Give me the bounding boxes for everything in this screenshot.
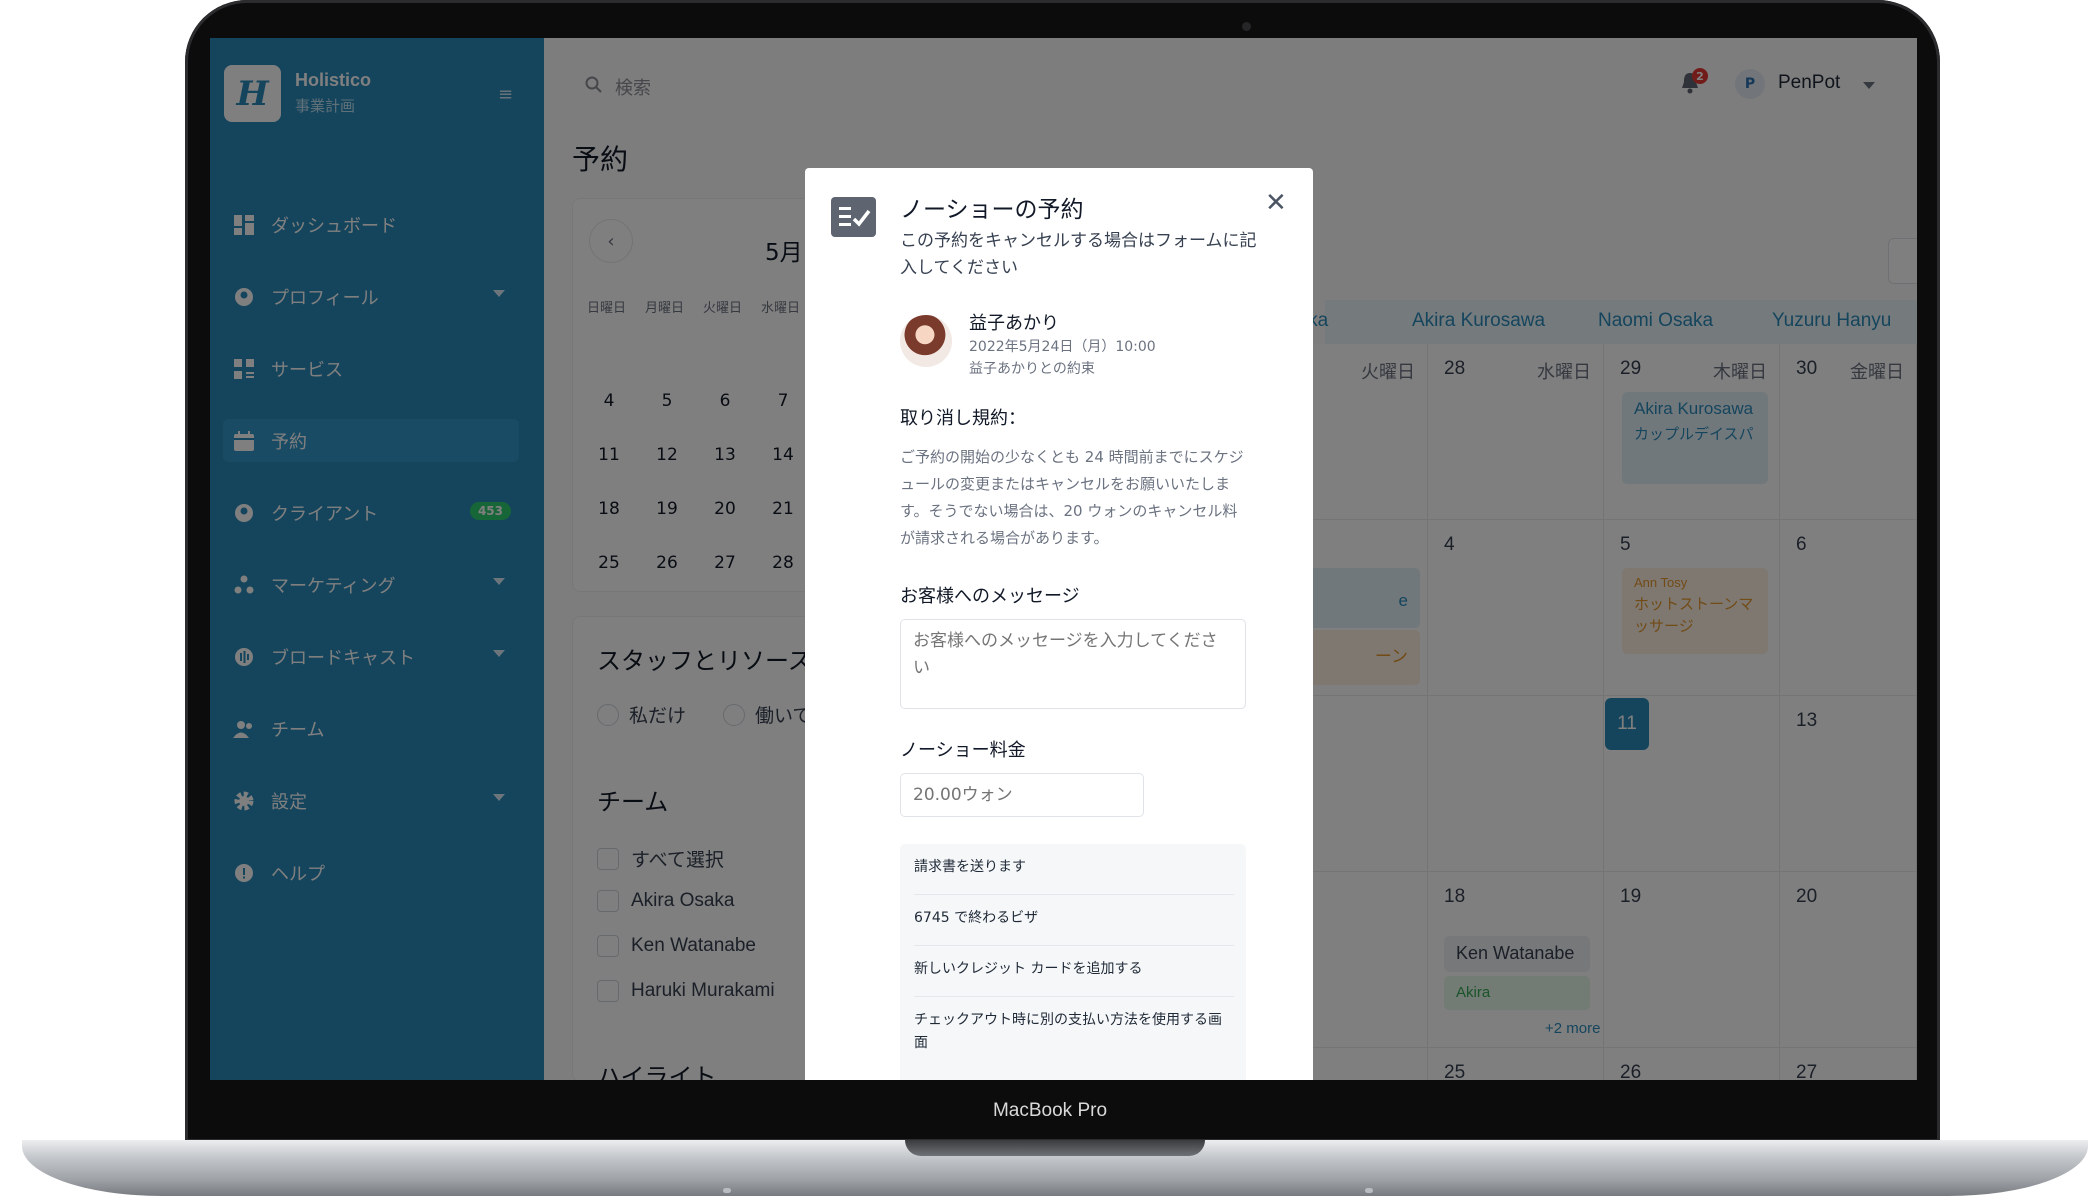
camera-icon: [1242, 22, 1251, 31]
payment-option-other-method[interactable]: チェックアウト時に別の支払い方法を使用する画面: [914, 1009, 1234, 1055]
policy-heading: 取り消し規約：: [900, 408, 1026, 429]
screen: H Holistico 事業計画 ≡ ダッシュボード プロフィール サービス 予…: [210, 38, 1917, 1080]
fee-input[interactable]: [900, 773, 1144, 817]
payment-option-add-card[interactable]: 新しいクレジット カードを追加する: [914, 958, 1234, 981]
divider: [914, 945, 1234, 946]
client-name: 益子あかり: [969, 313, 1059, 334]
appointment-note: 益子あかりとの約束: [969, 361, 1095, 377]
payment-options: 請求書を送ります 6745 で終わるビザ 新しいクレジット カードを追加する チ…: [900, 844, 1246, 1080]
checklist-icon: [831, 197, 876, 237]
fee-label: ノーショー料金: [900, 740, 1026, 761]
message-textarea[interactable]: [900, 619, 1246, 709]
divider: [914, 996, 1234, 997]
payment-option-send-invoice[interactable]: 請求書を送ります: [914, 856, 1234, 879]
policy-text: ご予約の開始の少なくとも 24 時間前までにスケジュールの変更またはキャンセルを…: [900, 448, 1244, 547]
client-avatar: [900, 315, 952, 367]
message-label: お客様へのメッセージ: [900, 586, 1080, 607]
appointment-datetime: 2022年5月24日（月）10:00: [969, 339, 1156, 355]
payment-option-visa[interactable]: 6745 で終わるビザ: [914, 907, 1234, 930]
close-icon[interactable]: ✕: [1265, 188, 1287, 218]
divider: [914, 894, 1234, 895]
laptop-foot: [723, 1188, 731, 1193]
laptop-foot: [1365, 1188, 1373, 1193]
laptop-notch: [905, 1140, 1205, 1156]
modal-subtitle: この予約をキャンセルする場合はフォームに記入してください: [900, 231, 1257, 278]
device-label: MacBook Pro: [992, 1100, 1108, 1121]
no-show-modal: ノーショーの予約 ✕ この予約をキャンセルする場合はフォームに記入してください …: [805, 168, 1313, 1080]
modal-title: ノーショーの予約: [900, 197, 1084, 223]
